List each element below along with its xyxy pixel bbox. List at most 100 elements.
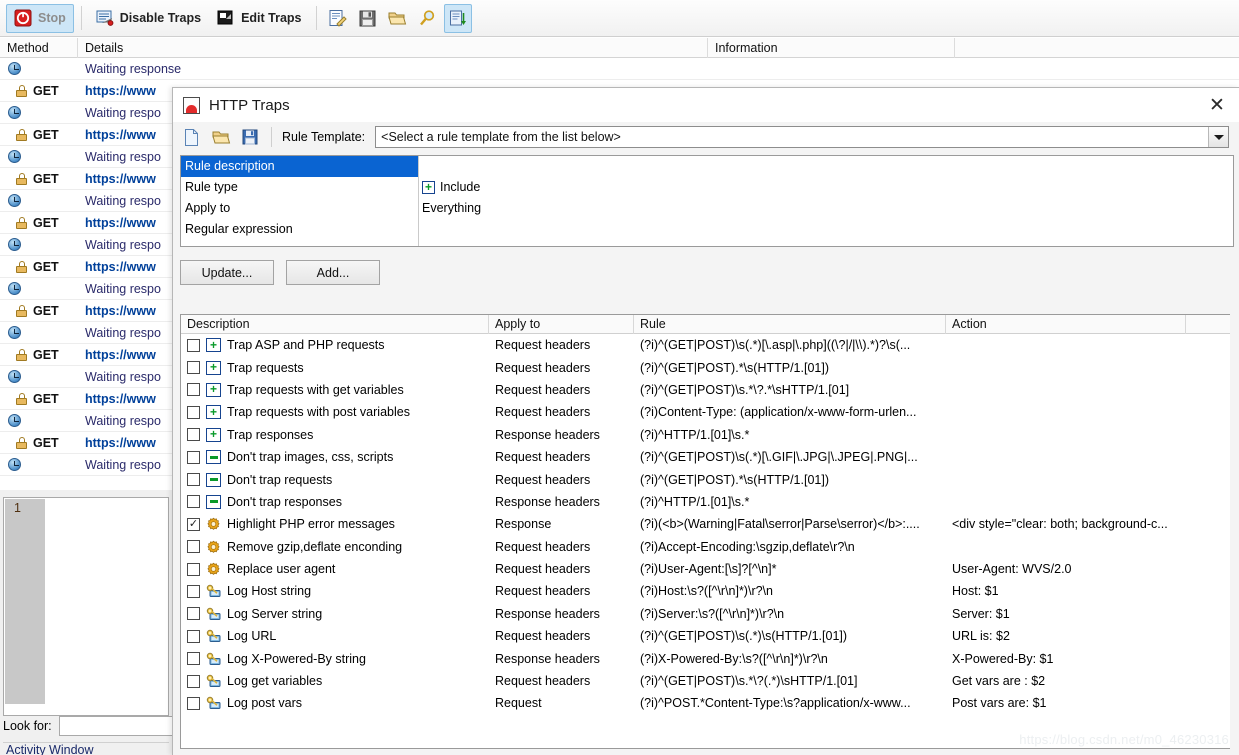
rule-row[interactable]: Log Server string Response headers (?i)Ser…	[181, 603, 1230, 625]
rule-row[interactable]: Don't trap responses Response headers (?i)…	[181, 491, 1230, 513]
rule-row[interactable]: Don't trap images, css, scripts Request h…	[181, 446, 1230, 468]
export-document-button[interactable]	[443, 3, 472, 33]
rules-column-header-action[interactable]: Action	[946, 315, 1186, 334]
column-header-method[interactable]: Method	[0, 37, 78, 58]
property-value[interactable]: Everything	[419, 198, 1233, 219]
search-button[interactable]	[414, 4, 442, 33]
look-for-input[interactable]	[58, 716, 179, 736]
row-method-cell: GET	[0, 128, 78, 142]
rule-enabled-checkbox[interactable]	[187, 383, 200, 397]
rule-enabled-checkbox[interactable]	[187, 540, 200, 554]
row-method-cell: GET	[0, 436, 78, 450]
new-document-button[interactable]	[179, 125, 205, 149]
rule-row[interactable]: Highlight PHP error messages Response (?i)…	[181, 513, 1230, 535]
rule-enabled-checkbox[interactable]	[187, 338, 200, 352]
rule-description-cell: + Trap ASP and PHP requests	[181, 338, 489, 353]
main-toolbar: Stop Disable Traps Edit Traps	[0, 0, 1239, 37]
close-icon[interactable]: ✕	[1203, 92, 1231, 118]
clock-icon	[8, 414, 21, 427]
rule-row[interactable]: Remove gzip,deflate enconding Request hea…	[181, 536, 1230, 558]
save-file-button[interactable]	[237, 125, 263, 149]
save-button[interactable]	[354, 4, 382, 33]
rules-list-header: Description Apply to Rule Action	[181, 315, 1230, 334]
property-name[interactable]: Apply to	[181, 198, 418, 219]
rule-description-label: Trap requests	[227, 360, 304, 375]
rule-pattern-cell: (?i)^(GET|POST)\s(.*)\s(HTTP/1.[01])	[640, 629, 848, 644]
rule-row[interactable]: Don't trap requests Request headers (?i)^(…	[181, 468, 1230, 490]
property-value[interactable]: + Include	[419, 177, 1233, 198]
row-details-cell: https://www	[85, 391, 156, 406]
rule-enabled-checkbox[interactable]	[187, 450, 200, 464]
rule-row[interactable]: Log X-Powered-By string Response headers (…	[181, 647, 1230, 669]
edit-traps-icon	[217, 10, 233, 25]
rule-row[interactable]: + Trap responses Response headers (?i)^HTTP…	[181, 424, 1230, 446]
rule-action-cell: Post vars are: $1	[952, 696, 1047, 711]
property-value[interactable]	[419, 156, 1233, 177]
rule-description-cell: Highlight PHP error messages	[181, 517, 489, 531]
column-header-information[interactable]: Information	[708, 37, 955, 58]
edit-note-button[interactable]	[324, 4, 352, 33]
rule-row[interactable]: + Trap ASP and PHP requests Request header…	[181, 334, 1230, 356]
rule-description-label: Trap ASP and PHP requests	[227, 338, 385, 353]
row-details-cell: Waiting response	[85, 61, 182, 76]
request-editor-pane[interactable]: 1	[3, 497, 169, 716]
row-method-label: GET	[33, 435, 59, 450]
rule-row[interactable]: Log Host string Request headers (?i)Host:\…	[181, 580, 1230, 602]
rule-enabled-checkbox[interactable]	[187, 428, 200, 442]
rule-row[interactable]: Log get variables Request headers (?i)^(GE…	[181, 670, 1230, 692]
open-file-button[interactable]	[208, 125, 234, 149]
rule-enabled-checkbox[interactable]	[187, 629, 200, 643]
rule-enabled-checkbox[interactable]	[187, 652, 200, 666]
row-method-cell	[0, 282, 78, 295]
rules-column-header-rule[interactable]: Rule	[634, 315, 946, 334]
rule-row[interactable]: + Trap requests Request headers (?i)^(GET|P…	[181, 356, 1230, 378]
rule-enabled-checkbox[interactable]	[187, 495, 200, 509]
rule-row[interactable]: Log post vars Request (?i)^POST.*Content-T…	[181, 692, 1230, 714]
stop-button[interactable]: Stop	[6, 3, 74, 33]
rule-enabled-checkbox[interactable]	[187, 405, 200, 419]
rule-template-select[interactable]: <Select a rule template from the list be…	[375, 126, 1229, 148]
rule-row[interactable]: + Trap requests with post variables Reques…	[181, 401, 1230, 423]
rule-action-cell: X-Powered-By: $1	[952, 651, 1054, 666]
property-name[interactable]: Rule description	[181, 156, 418, 177]
toolbar-separator	[80, 6, 82, 30]
edit-traps-button[interactable]: Edit Traps	[210, 4, 308, 33]
rule-enabled-checkbox[interactable]	[187, 674, 200, 688]
rule-apply-to-cell: Request	[495, 696, 542, 711]
add-button[interactable]: Add...	[286, 260, 380, 285]
stop-icon	[14, 9, 32, 27]
rule-enabled-checkbox[interactable]	[187, 584, 200, 598]
row-details-cell: Waiting respo	[85, 193, 161, 208]
editor-line-number: 1	[14, 501, 21, 515]
rule-row[interactable]: Log URL Request headers (?i)^(GET|POST)\s(…	[181, 625, 1230, 647]
disable-traps-button[interactable]: Disable Traps	[89, 4, 208, 33]
property-name[interactable]: Rule type	[181, 177, 418, 198]
rule-enabled-checkbox[interactable]	[187, 361, 200, 375]
property-value[interactable]	[419, 219, 1233, 240]
row-method-label: GET	[33, 303, 59, 318]
lock-icon	[16, 84, 27, 97]
rules-column-header-description[interactable]: Description	[181, 315, 489, 334]
row-details-cell: https://www	[85, 435, 156, 450]
update-button[interactable]: Update...	[180, 260, 274, 285]
rule-enabled-checkbox[interactable]	[187, 607, 200, 621]
rule-enabled-checkbox[interactable]	[187, 473, 200, 487]
dialog-title-bar[interactable]: HTTP Traps ✕	[173, 88, 1239, 122]
open-folder-button[interactable]	[384, 4, 412, 33]
rule-description-cell: + Trap requests with get variables	[181, 382, 489, 397]
table-row[interactable]: Waiting response	[0, 58, 1239, 80]
property-name[interactable]: Regular expression	[181, 219, 418, 240]
rule-enabled-checkbox[interactable]	[187, 562, 200, 576]
editor-gutter	[5, 499, 45, 704]
rule-enabled-checkbox[interactable]	[187, 517, 200, 531]
rule-apply-to-cell: Request headers	[495, 584, 591, 599]
key-icon	[206, 652, 221, 666]
rules-column-header-apply-to[interactable]: Apply to	[489, 315, 634, 334]
rule-row[interactable]: + Trap requests with get variables Request…	[181, 379, 1230, 401]
rule-row[interactable]: Replace user agent Request headers (?i)Use…	[181, 558, 1230, 580]
rule-enabled-checkbox[interactable]	[187, 696, 200, 710]
dialog-toolbar-separator	[271, 127, 272, 147]
rule-apply-to-cell: Request headers	[495, 450, 591, 465]
column-header-details[interactable]: Details	[78, 37, 708, 58]
chevron-down-icon[interactable]	[1208, 127, 1228, 147]
